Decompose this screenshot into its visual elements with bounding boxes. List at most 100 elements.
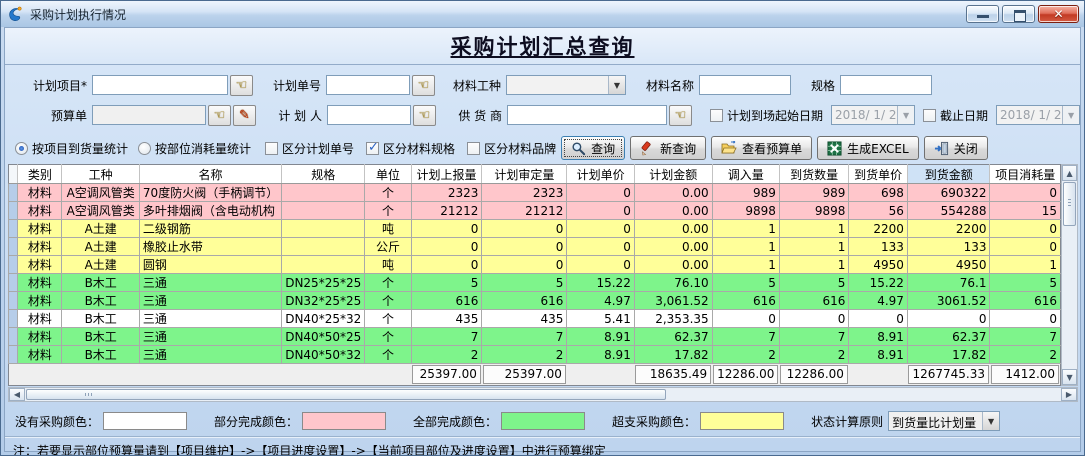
cell[interactable]: 0.00 bbox=[634, 202, 712, 220]
cell[interactable] bbox=[282, 184, 365, 202]
cell[interactable]: DN25*25*25 bbox=[282, 274, 365, 292]
cell[interactable]: DN40*50*32 bbox=[282, 346, 365, 364]
scroll-left-icon[interactable]: ◀ bbox=[9, 388, 25, 401]
column-header-10[interactable]: 到货数量 bbox=[779, 165, 848, 184]
cell[interactable]: 0 bbox=[990, 184, 1061, 202]
vertical-scrollbar[interactable]: ▲ ▼ bbox=[1061, 164, 1078, 386]
cell[interactable]: 0 bbox=[411, 238, 482, 256]
cell[interactable]: 个 bbox=[365, 292, 411, 310]
cell[interactable]: 435 bbox=[482, 310, 567, 328]
minimize-button[interactable] bbox=[966, 5, 999, 23]
cell[interactable]: 5 bbox=[411, 274, 482, 292]
table-row[interactable]: 材料A土建二级钢筋吨0000.0011220022000 bbox=[9, 220, 1061, 238]
chevron-down-icon[interactable]: ▼ bbox=[1062, 106, 1079, 124]
cell[interactable]: 9898 bbox=[712, 202, 779, 220]
cell[interactable]: 个 bbox=[365, 310, 411, 328]
cell[interactable]: 材料 bbox=[18, 220, 62, 238]
cell[interactable]: 70度防火阀（手柄调节） bbox=[139, 184, 281, 202]
table-row[interactable]: 材料B木工三通DN25*25*25个5515.2276.105515.2276.… bbox=[9, 274, 1061, 292]
row-indicator[interactable] bbox=[9, 238, 18, 256]
cell[interactable]: 2 bbox=[411, 346, 482, 364]
cell[interactable]: 3,061.52 bbox=[634, 292, 712, 310]
cell[interactable]: A土建 bbox=[62, 238, 139, 256]
column-header-4[interactable]: 单位 bbox=[365, 165, 411, 184]
cell[interactable]: 133 bbox=[849, 238, 908, 256]
checkbox-split-brand[interactable]: 区分材料品牌 bbox=[467, 140, 556, 157]
cell[interactable]: 4950 bbox=[849, 256, 908, 274]
cell[interactable]: 8.91 bbox=[849, 346, 908, 364]
checkbox-split-plan-no[interactable]: 区分计划单号 bbox=[265, 140, 354, 157]
cell[interactable]: 0 bbox=[567, 184, 634, 202]
cell[interactable]: 材料 bbox=[18, 256, 62, 274]
radio-by-project[interactable]: 按项目到货量统计 bbox=[15, 140, 128, 157]
table-row[interactable]: 材料B木工三通DN40*25*32个4354355.412,353.350000… bbox=[9, 310, 1061, 328]
plan-no-input[interactable] bbox=[326, 75, 410, 95]
cell[interactable]: 1 bbox=[779, 256, 848, 274]
hand-select-icon[interactable]: ☜ bbox=[412, 75, 435, 96]
cell[interactable]: 15.22 bbox=[567, 274, 634, 292]
cell[interactable]: 554288 bbox=[907, 202, 990, 220]
row-indicator[interactable] bbox=[9, 274, 18, 292]
cell[interactable]: 个 bbox=[365, 346, 411, 364]
cell[interactable]: 个 bbox=[365, 328, 411, 346]
cell[interactable]: 0 bbox=[482, 256, 567, 274]
cell[interactable]: 0 bbox=[990, 310, 1061, 328]
cell[interactable]: 三通 bbox=[139, 310, 281, 328]
column-header-12[interactable]: 到货金额 bbox=[907, 165, 990, 184]
cell[interactable]: 0 bbox=[567, 202, 634, 220]
cell[interactable]: 0 bbox=[779, 310, 848, 328]
table-row[interactable]: 材料B木工三通DN32*25*25个6166164.973,061.526166… bbox=[9, 292, 1061, 310]
cell[interactable] bbox=[282, 220, 365, 238]
cell[interactable]: 8.91 bbox=[849, 328, 908, 346]
cell[interactable]: 0 bbox=[567, 238, 634, 256]
cell[interactable]: A土建 bbox=[62, 220, 139, 238]
cell[interactable]: 2,353.35 bbox=[634, 310, 712, 328]
cell[interactable]: 0 bbox=[990, 238, 1061, 256]
column-header-5[interactable]: 计划上报量 bbox=[411, 165, 482, 184]
query-button[interactable]: 查询 bbox=[561, 136, 625, 160]
table-row[interactable]: 材料A空调风管类多叶排烟阀（含电动机构个212122121200.0098989… bbox=[9, 202, 1061, 220]
row-indicator[interactable] bbox=[9, 220, 18, 238]
cell[interactable]: 多叶排烟阀（含电动机构 bbox=[139, 202, 281, 220]
close-dialog-button[interactable]: 关闭 bbox=[924, 136, 988, 160]
horizontal-scroll-track[interactable] bbox=[667, 388, 1061, 401]
cell[interactable]: B木工 bbox=[62, 346, 139, 364]
cell[interactable]: 4950 bbox=[907, 256, 990, 274]
cell[interactable]: 15.22 bbox=[849, 274, 908, 292]
row-indicator[interactable] bbox=[9, 202, 18, 220]
cell[interactable]: B木工 bbox=[62, 328, 139, 346]
cell[interactable]: 698 bbox=[849, 184, 908, 202]
cell[interactable]: 0 bbox=[567, 220, 634, 238]
column-header-3[interactable]: 规格 bbox=[282, 165, 365, 184]
cell[interactable]: 1 bbox=[712, 238, 779, 256]
cell[interactable]: B木工 bbox=[62, 292, 139, 310]
vertical-scroll-track[interactable] bbox=[1062, 227, 1077, 369]
cell[interactable]: 材料 bbox=[18, 310, 62, 328]
radio-icon[interactable] bbox=[138, 142, 151, 155]
cell[interactable]: 0 bbox=[907, 310, 990, 328]
view-budget-button[interactable]: 查看预算单 bbox=[711, 136, 812, 160]
cell[interactable]: 2 bbox=[482, 346, 567, 364]
cell[interactable]: 0 bbox=[482, 238, 567, 256]
cell[interactable]: 7 bbox=[411, 328, 482, 346]
cell[interactable]: 4.97 bbox=[849, 292, 908, 310]
cell[interactable] bbox=[282, 202, 365, 220]
cell[interactable]: 个 bbox=[365, 202, 411, 220]
radio-by-section[interactable]: 按部位消耗量统计 bbox=[138, 140, 251, 157]
cell[interactable]: 材料 bbox=[18, 328, 62, 346]
row-indicator[interactable] bbox=[9, 292, 18, 310]
cell[interactable]: 橡胶止水带 bbox=[139, 238, 281, 256]
cell[interactable]: 7 bbox=[990, 328, 1061, 346]
cell[interactable]: 5 bbox=[779, 274, 848, 292]
cell[interactable]: 5.41 bbox=[567, 310, 634, 328]
table-row[interactable]: 材料B木工三通DN40*50*32个228.9117.82228.9117.82… bbox=[9, 346, 1061, 364]
status-rule-select[interactable]: 到货量比计划量 ▼ bbox=[888, 411, 1000, 431]
planner-input[interactable] bbox=[327, 105, 411, 125]
plan-project-input[interactable] bbox=[92, 75, 228, 95]
cell[interactable]: 8.91 bbox=[567, 328, 634, 346]
hand-select-icon[interactable]: ☜ bbox=[413, 105, 436, 126]
column-header-0[interactable]: 类别 bbox=[18, 165, 62, 184]
cell[interactable]: 材料 bbox=[18, 238, 62, 256]
column-header-9[interactable]: 调入量 bbox=[712, 165, 779, 184]
cell[interactable]: 9898 bbox=[779, 202, 848, 220]
